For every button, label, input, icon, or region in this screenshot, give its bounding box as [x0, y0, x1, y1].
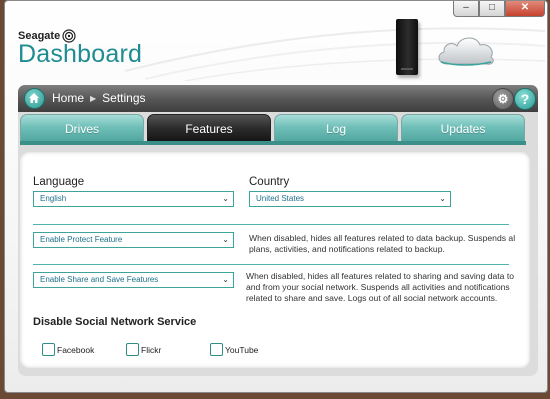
country-select[interactable]: United States ⌄	[249, 191, 451, 207]
protect-feature-description: When disabled, hides all features relate…	[249, 233, 516, 254]
tab-log[interactable]: Log	[274, 114, 398, 142]
social-network-title: Disable Social Network Service	[33, 316, 197, 328]
checkbox-label: Facebook	[57, 344, 95, 355]
breadcrumb: Home ▶ Settings	[52, 91, 146, 105]
tab-drives[interactable]: Drives	[20, 114, 144, 142]
hard-drive-icon	[396, 19, 418, 75]
breadcrumb-home[interactable]: Home	[52, 91, 84, 105]
navigation-bar: Home ▶ Settings ⚙ ?	[18, 85, 538, 112]
tab-bar-underline	[20, 141, 526, 145]
home-icon[interactable]	[24, 88, 45, 109]
country-value: United States	[256, 194, 305, 203]
language-select[interactable]: English ⌄	[33, 191, 234, 207]
help-button[interactable]: ?	[514, 88, 536, 110]
maximize-button[interactable]: □	[479, 1, 505, 17]
checkbox-box[interactable]	[42, 343, 55, 356]
checkbox-label: Flickr	[141, 344, 162, 355]
product-title: Dashboard	[18, 40, 143, 68]
checkbox-label: YouTube	[225, 344, 259, 355]
divider	[33, 224, 509, 225]
tab-updates[interactable]: Updates	[401, 114, 525, 142]
tab-features[interactable]: Features	[147, 114, 271, 142]
chevron-down-icon: ⌄	[222, 235, 229, 244]
chevron-right-icon: ▶	[90, 93, 97, 103]
close-button[interactable]: ✕	[505, 1, 545, 17]
language-label: Language	[33, 176, 85, 188]
chevron-down-icon: ⌄	[439, 194, 446, 203]
gear-icon[interactable]: ⚙	[492, 88, 514, 110]
share-save-select[interactable]: Enable Share and Save Features ⌄	[33, 272, 234, 288]
divider	[33, 264, 509, 265]
breadcrumb-settings: Settings	[102, 91, 146, 105]
brand-logo: Seagate Dashboard	[18, 29, 142, 69]
protect-feature-select[interactable]: Enable Protect Feature ⌄	[33, 232, 234, 248]
checkbox-box[interactable]	[126, 343, 139, 356]
window-controls: – □ ✕	[453, 1, 545, 17]
minimize-button[interactable]: –	[453, 1, 479, 17]
checkbox-box[interactable]	[210, 343, 223, 356]
chevron-down-icon: ⌄	[222, 194, 229, 203]
language-value: English	[40, 194, 67, 203]
checkbox-facebook[interactable]: Facebook	[42, 343, 94, 356]
protect-feature-value: Enable Protect Feature	[40, 235, 123, 244]
tab-bar: Drives Features Log Updates	[20, 114, 528, 142]
share-save-value: Enable Share and Save Features	[40, 275, 159, 284]
checkbox-flickr[interactable]: Flickr	[126, 343, 161, 356]
chevron-down-icon: ⌄	[222, 275, 229, 284]
checkbox-youtube[interactable]: YouTube	[210, 343, 258, 356]
country-label: Country	[249, 176, 290, 188]
cloud-icon	[438, 37, 494, 66]
share-save-description: When disabled, hides all features relate…	[246, 271, 515, 303]
